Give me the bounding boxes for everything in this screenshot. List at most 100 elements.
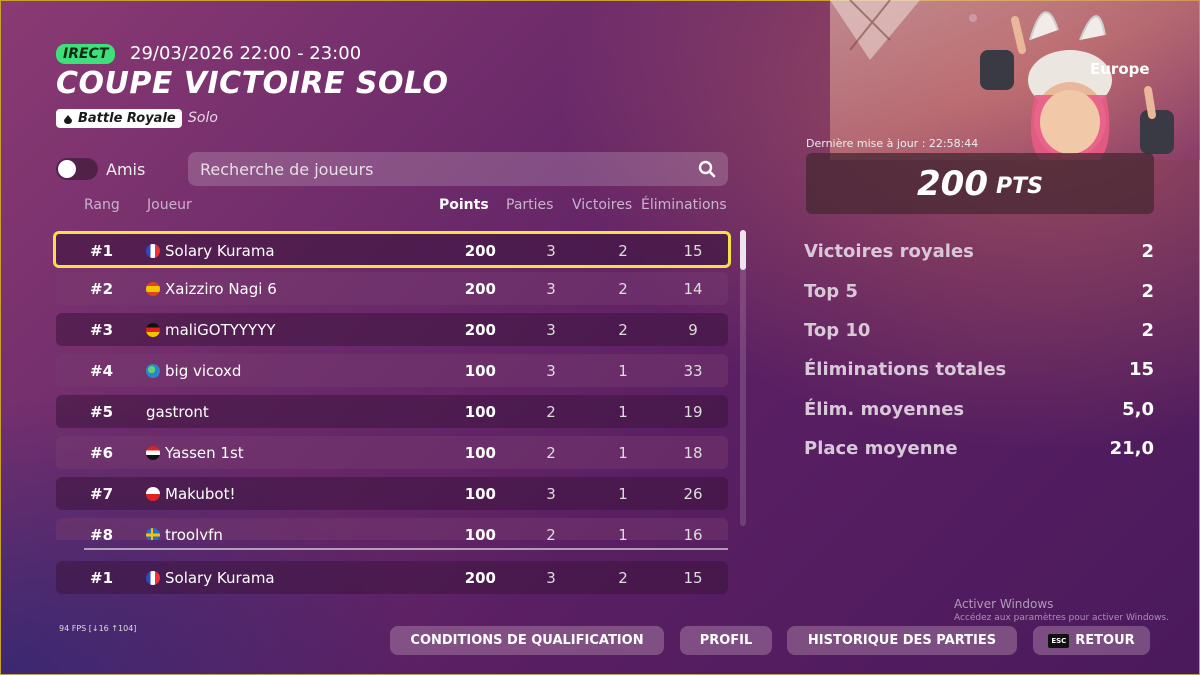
row-games: 2 bbox=[546, 444, 556, 462]
row-points: 100 bbox=[464, 526, 496, 540]
stat-royal-wins: Victoires royales 2 bbox=[804, 241, 1154, 262]
row-games: 3 bbox=[546, 485, 556, 503]
mode-label: Battle Royale bbox=[78, 111, 176, 126]
stat-label: Éliminations totales bbox=[804, 359, 1007, 380]
row-player-name: big vicoxd bbox=[165, 362, 242, 380]
search-placeholder: Recherche de joueurs bbox=[200, 159, 374, 179]
flag-icon bbox=[146, 571, 160, 585]
table-row[interactable]: #4 big vicoxd 100 3 1 33 bbox=[56, 354, 728, 387]
back-button-label: RETOUR bbox=[1075, 633, 1135, 648]
character-banner bbox=[830, 0, 1200, 160]
table-row[interactable]: #8 troolyfn 100 2 1 16 bbox=[56, 518, 728, 540]
row-games: 2 bbox=[546, 403, 556, 421]
row-points: 100 bbox=[464, 485, 496, 503]
row-rank: #3 bbox=[90, 321, 114, 339]
row-player-name: Xaizziro Nagi 6 bbox=[165, 280, 277, 298]
stat-label: Top 5 bbox=[804, 281, 858, 302]
row-player-name: Makubot! bbox=[165, 485, 236, 503]
friends-label: Amis bbox=[106, 160, 146, 179]
row-wins: 1 bbox=[618, 526, 628, 540]
match-history-button[interactable]: HISTORIQUE DES PARTIES bbox=[787, 626, 1017, 655]
stat-value: 5,0 bbox=[1122, 399, 1154, 420]
row-games: 3 bbox=[546, 321, 556, 339]
leaderboard-list[interactable]: #1 Solary Kurama 200 3 2 15 #2 Xaizziro Nagi 6 2… bbox=[50, 225, 740, 540]
row-rank: #8 bbox=[90, 526, 114, 540]
event-datetime: 29/03/2026 22:00 - 23:00 bbox=[130, 43, 362, 64]
row-points: 200 bbox=[464, 242, 496, 260]
row-player: Xaizziro Nagi 6 bbox=[146, 280, 277, 298]
stat-value: 2 bbox=[1141, 241, 1154, 262]
qualification-button[interactable]: CONDITIONS DE QUALIFICATION bbox=[390, 626, 664, 655]
column-header-games[interactable]: Parties bbox=[506, 197, 553, 213]
row-player: Makubot! bbox=[146, 485, 235, 503]
column-header-points[interactable]: Points bbox=[439, 197, 489, 213]
scrollbar-thumb[interactable] bbox=[740, 230, 746, 270]
row-wins: 1 bbox=[618, 485, 628, 503]
stat-label: Victoires royales bbox=[804, 241, 974, 262]
table-row[interactable]: #6 Yassen 1st 100 2 1 18 bbox=[56, 436, 728, 469]
search-input[interactable]: Recherche de joueurs bbox=[188, 152, 728, 186]
row-elims: 26 bbox=[683, 485, 703, 503]
row-wins: 2 bbox=[618, 242, 628, 260]
row-games: 3 bbox=[546, 242, 556, 260]
table-row[interactable]: #7 Makubot! 100 3 1 26 bbox=[56, 477, 728, 510]
table-row[interactable]: #5 gastront 100 2 1 19 bbox=[56, 395, 728, 428]
self-player: Solary Kurama bbox=[146, 569, 275, 587]
esc-key-icon: ESC bbox=[1048, 633, 1070, 648]
page-title: COUPE VICTOIRE SOLO bbox=[56, 66, 449, 101]
search-icon[interactable] bbox=[698, 160, 716, 178]
row-rank: #2 bbox=[90, 280, 114, 298]
row-elims: 9 bbox=[688, 321, 698, 339]
self-points: 200 bbox=[464, 569, 496, 587]
battle-royale-icon bbox=[64, 114, 72, 124]
row-wins: 1 bbox=[618, 362, 628, 380]
row-player-name: Solary Kurama bbox=[165, 242, 275, 260]
column-header-wins[interactable]: Victoires bbox=[572, 197, 632, 213]
table-row[interactable]: #1 Solary Kurama 200 3 2 15 bbox=[53, 231, 731, 268]
self-elims: 15 bbox=[683, 569, 703, 587]
row-player: big vicoxd bbox=[146, 362, 241, 380]
table-row[interactable]: #3 maliGOTYYYYY 200 3 2 9 bbox=[56, 313, 728, 346]
last-updated: Dernière mise à jour : 22:58:44 bbox=[806, 137, 979, 150]
points-summary: 200 PTS bbox=[806, 153, 1154, 214]
row-points: 200 bbox=[464, 321, 496, 339]
flag-icon bbox=[146, 487, 160, 501]
column-header-player: Joueur bbox=[147, 197, 192, 213]
row-wins: 1 bbox=[618, 403, 628, 421]
region-label: Europe bbox=[1090, 60, 1150, 78]
scrollbar-track[interactable] bbox=[740, 230, 746, 526]
stat-avg-place: Place moyenne 21,0 bbox=[804, 438, 1154, 459]
row-points: 100 bbox=[464, 362, 496, 380]
flag-icon bbox=[146, 446, 160, 460]
row-wins: 2 bbox=[618, 280, 628, 298]
self-rank: #1 bbox=[90, 569, 114, 587]
back-button[interactable]: ESC RETOUR bbox=[1033, 626, 1150, 655]
self-wins: 2 bbox=[618, 569, 628, 587]
live-badge: IRECT bbox=[56, 44, 116, 64]
row-player: Solary Kurama bbox=[146, 242, 275, 260]
match-history-button-label: HISTORIQUE DES PARTIES bbox=[807, 633, 997, 648]
flag-icon bbox=[146, 244, 160, 258]
row-rank: #7 bbox=[90, 485, 114, 503]
row-player-name: gastront bbox=[146, 403, 209, 421]
row-points: 100 bbox=[464, 403, 496, 421]
column-header-rank: Rang bbox=[84, 197, 120, 213]
self-row[interactable]: #1 Solary Kurama 200 3 2 15 bbox=[56, 561, 728, 594]
fps-counter: 94 FPS [↓16 ↑104] bbox=[59, 624, 137, 633]
friends-toggle[interactable] bbox=[56, 158, 98, 180]
row-elims: 33 bbox=[683, 362, 703, 380]
row-player: maliGOTYYYYY bbox=[146, 321, 276, 339]
qualification-button-label: CONDITIONS DE QUALIFICATION bbox=[410, 633, 644, 648]
row-games: 3 bbox=[546, 362, 556, 380]
row-rank: #5 bbox=[90, 403, 114, 421]
row-player-name: maliGOTYYYYY bbox=[165, 321, 276, 339]
profile-button[interactable]: PROFIL bbox=[680, 626, 772, 655]
column-header-eliminations[interactable]: Éliminations bbox=[641, 197, 727, 213]
row-player: troolyfn bbox=[146, 526, 223, 540]
table-row[interactable]: #2 Xaizziro Nagi 6 200 3 2 14 bbox=[56, 272, 728, 305]
stat-top5: Top 5 2 bbox=[804, 281, 1154, 302]
self-games: 3 bbox=[546, 569, 556, 587]
profile-button-label: PROFIL bbox=[699, 633, 753, 648]
stat-value: 2 bbox=[1141, 320, 1154, 341]
row-points: 200 bbox=[464, 280, 496, 298]
